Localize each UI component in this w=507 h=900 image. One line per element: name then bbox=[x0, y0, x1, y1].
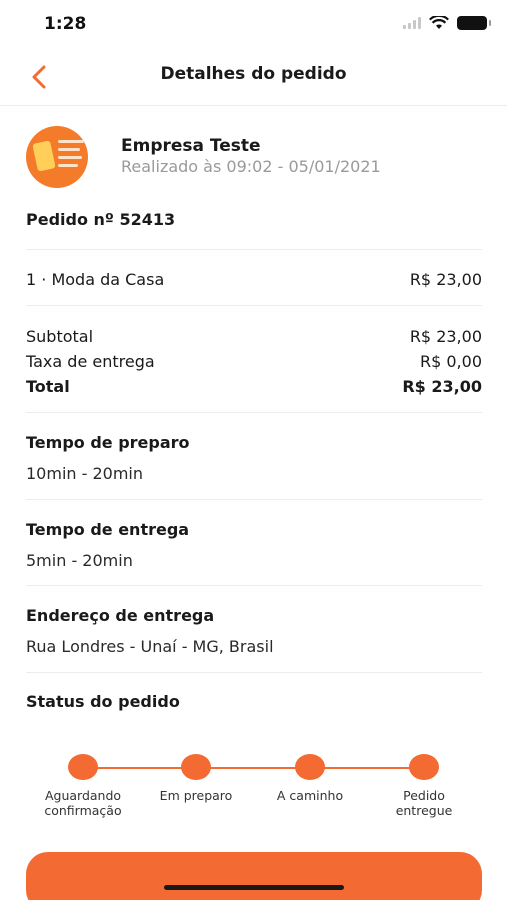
subtotal-label: Subtotal bbox=[26, 327, 94, 346]
order-item: 1 · Moda da Casa R$ 23,00 bbox=[26, 270, 482, 289]
delivery-fee-value: R$ 0,00 bbox=[419, 352, 482, 371]
home-indicator bbox=[164, 885, 344, 890]
primary-action-button[interactable] bbox=[26, 852, 482, 900]
divider bbox=[26, 412, 482, 413]
store-header: Empresa Teste Realizado às 09:02 - 05/01… bbox=[26, 126, 482, 188]
battery-icon bbox=[457, 16, 491, 30]
status-icons bbox=[403, 16, 491, 30]
page-title: Detalhes do pedido bbox=[160, 64, 347, 84]
nav-bar: Detalhes do pedido bbox=[0, 48, 507, 106]
cellular-signal-icon bbox=[403, 17, 421, 29]
divider bbox=[26, 585, 482, 586]
item-label: 1 · Moda da Casa bbox=[26, 270, 165, 289]
order-status-section: Status do pedido bbox=[26, 692, 482, 711]
prep-time-section: Tempo de preparo 10min - 20min bbox=[26, 433, 482, 483]
status-step-preparing: Em preparo bbox=[136, 754, 256, 803]
status-step-dot bbox=[409, 754, 439, 780]
status-step-delivered: Pedido entregue bbox=[364, 754, 484, 818]
status-step-dot bbox=[181, 754, 211, 780]
delivery-time-value: 5min - 20min bbox=[26, 551, 133, 570]
order-timestamp: Realizado às 09:02 - 05/01/2021 bbox=[121, 157, 381, 176]
prep-time-title: Tempo de preparo bbox=[26, 433, 190, 452]
status-step-on-the-way: A caminho bbox=[250, 754, 370, 803]
status-step-dot bbox=[295, 754, 325, 780]
order-number: Pedido nº 52413 bbox=[26, 210, 176, 229]
total-row: Total R$ 23,00 bbox=[26, 376, 482, 401]
store-logo bbox=[26, 126, 88, 188]
divider bbox=[26, 499, 482, 500]
divider bbox=[26, 249, 482, 250]
address-value: Rua Londres - Unaí - MG, Brasil bbox=[26, 637, 274, 656]
subtotal-value: R$ 23,00 bbox=[409, 327, 482, 346]
total-label: Total bbox=[26, 377, 70, 396]
status-step-label: Em preparo bbox=[159, 788, 233, 803]
delivery-time-title: Tempo de entrega bbox=[26, 520, 190, 539]
status-step-label: Aguardando confirmação bbox=[44, 788, 122, 818]
total-value: R$ 23,00 bbox=[402, 377, 482, 396]
totals-summary: Subtotal R$ 23,00 Taxa de entrega R$ 0,0… bbox=[26, 326, 482, 401]
subtotal-row: Subtotal R$ 23,00 bbox=[26, 326, 482, 351]
item-price: R$ 23,00 bbox=[409, 270, 482, 289]
divider bbox=[26, 305, 482, 306]
status-time: 1:28 bbox=[44, 14, 87, 34]
wifi-icon bbox=[429, 16, 449, 29]
order-status-title: Status do pedido bbox=[26, 692, 180, 711]
prep-time-value: 10min - 20min bbox=[26, 464, 144, 483]
delivery-fee-row: Taxa de entrega R$ 0,00 bbox=[26, 351, 482, 376]
status-step-awaiting: Aguardando confirmação bbox=[23, 754, 143, 818]
status-step-dot bbox=[68, 754, 98, 780]
delivery-fee-label: Taxa de entrega bbox=[26, 352, 155, 371]
status-step-label: Pedido entregue bbox=[395, 788, 453, 818]
divider bbox=[26, 672, 482, 673]
address-section: Endereço de entrega Rua Londres - Unaí -… bbox=[26, 606, 482, 656]
status-step-label: A caminho bbox=[276, 788, 344, 803]
phone-illustration-icon bbox=[32, 140, 56, 172]
order-status-tracker: Aguardando confirmação Em preparo A cami… bbox=[0, 746, 507, 826]
delivery-time-section: Tempo de entrega 5min - 20min bbox=[26, 520, 482, 570]
store-name: Empresa Teste bbox=[121, 136, 261, 156]
address-title: Endereço de entrega bbox=[26, 606, 215, 625]
status-bar: 1:28 bbox=[0, 0, 507, 48]
